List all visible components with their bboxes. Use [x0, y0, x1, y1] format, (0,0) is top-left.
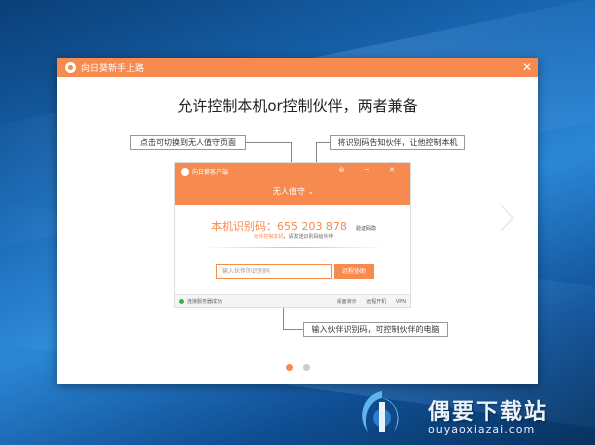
guide-dialog: 向日葵新手上路 ✕ 允许控制本机or控制伙伴，两者兼备 点击可切换到无人值守页面…: [57, 58, 538, 384]
client-preview: 向日葵客户端 ⊛ ─ ✕ 无人值守 ⌄ 本机识别码：655 203 878 验证…: [174, 162, 411, 308]
allow-control-link[interactable]: 允许控制本机: [253, 234, 283, 240]
device-code: 本机识别码：655 203 878: [210, 220, 347, 233]
client-title: 向日葵客户端: [181, 167, 228, 176]
divider: [201, 247, 386, 248]
dialog-titlebar: 向日葵新手上路: [57, 58, 538, 77]
status-tools: 桌面演示 远程开机 VPN: [329, 298, 406, 305]
remote-assist-button[interactable]: 远程协助: [334, 264, 374, 279]
connection-status-dot: [179, 298, 184, 304]
partner-code-input[interactable]: 输入伙伴的识别码: [216, 264, 332, 279]
remote-boot-button[interactable]: 远程开机: [366, 299, 386, 305]
callout-switch-unattended: 点击可切换到无人值守页面: [130, 135, 246, 150]
chevron-right-icon[interactable]: [498, 203, 516, 233]
status-bar: 连接服务器成功 桌面演示 远程开机 VPN: [175, 294, 410, 307]
verification-hidden-note[interactable]: 验证码隐: [356, 226, 376, 232]
device-code-row: 本机识别码：655 203 878 验证码隐: [175, 215, 410, 234]
page-dot-2[interactable]: [303, 364, 310, 371]
vpn-button[interactable]: VPN: [396, 299, 406, 305]
callout-input-partner: 输入伙伴识别码，可控制伙伴的电脑: [303, 322, 448, 337]
callout-share-code: 将识别码告知伙伴，让他控制本机: [330, 135, 465, 150]
connection-status-text: 连接服务器成功: [187, 298, 223, 305]
dialog-title: 向日葵新手上路: [81, 64, 145, 74]
watermark-url: ouyaoxiazai.com: [428, 423, 536, 436]
chevron-down-icon: ⌄: [307, 187, 315, 196]
page-headline: 允许控制本机or控制伙伴，两者兼备: [177, 97, 418, 115]
close-button[interactable]: ✕: [522, 60, 532, 74]
allow-control-hint: 允许控制本机，请发送识别码给伙伴: [253, 234, 334, 240]
client-window-controls: ⊛ ─ ✕: [338, 166, 404, 174]
sunflower-logo-icon: [181, 167, 189, 176]
callout-connector: [246, 142, 292, 143]
watermark-text: 偶要下载站: [428, 400, 549, 425]
sunflower-logo-icon: [65, 62, 76, 73]
client-header: 向日葵客户端 ⊛ ─ ✕ 无人值守 ⌄: [175, 163, 410, 205]
callout-connector: [283, 329, 303, 330]
page-dot-1[interactable]: [286, 364, 293, 371]
desktop-demo-button[interactable]: 桌面演示: [337, 299, 357, 305]
page-indicator: [286, 364, 310, 371]
callout-connector: [316, 142, 330, 143]
mode-label: 无人值守: [272, 187, 305, 196]
mode-switch[interactable]: 无人值守 ⌄: [175, 186, 410, 197]
watermark-logo-icon: [362, 391, 399, 432]
